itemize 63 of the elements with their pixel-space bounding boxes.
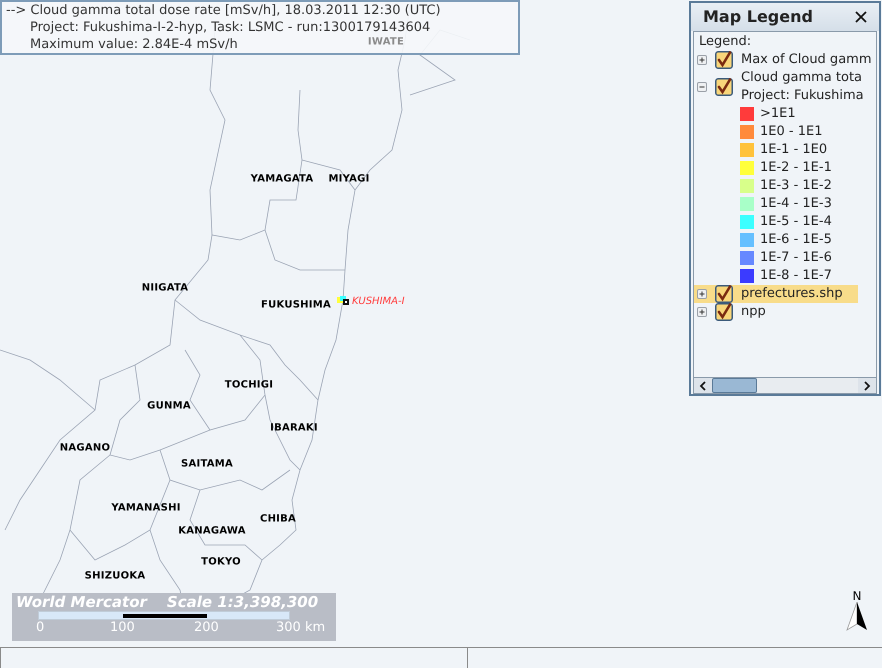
prefecture-label: MIYAGI — [328, 172, 370, 186]
layer-checkbox[interactable] — [715, 285, 733, 303]
plant-marker-icon — [337, 296, 351, 306]
scroll-left-button[interactable] — [694, 378, 712, 393]
layer-row[interactable]: Cloud gamma tota Project: Fukushima — [694, 69, 868, 105]
prefecture-label: TOKYO — [201, 556, 241, 570]
class-label: 1E-7 - 1E-6 — [760, 249, 832, 267]
layer-checkbox[interactable] — [715, 51, 733, 69]
prefecture-label: KANAGAWA — [178, 524, 246, 538]
layer-name: npp — [741, 303, 766, 321]
class-label: 1E-3 - 1E-2 — [760, 177, 832, 195]
scroll-thumb[interactable] — [712, 378, 757, 393]
expand-icon[interactable] — [697, 307, 707, 317]
class-label: 1E-8 - 1E-7 — [760, 267, 832, 285]
layer-name: Cloud gamma tota — [741, 69, 864, 87]
info-line: Project: Fukushima-I-2-hyp, Task: LSMC - run:1300179143604 — [30, 20, 430, 35]
prefecture-label: NAGANO — [60, 442, 110, 456]
close-icon[interactable] — [855, 11, 867, 23]
projection-label: World Mercator — [16, 593, 147, 611]
collapse-icon[interactable] — [697, 82, 707, 92]
layer-subtitle: Project: Fukushima — [741, 87, 864, 105]
class-label: 1E-5 - 1E-4 — [760, 213, 832, 231]
expand-icon[interactable] — [697, 55, 707, 65]
legend-title: Map Legend — [703, 6, 813, 28]
scale-tick-label: 0 — [36, 620, 44, 636]
map-canvas[interactable] — [0, 0, 882, 648]
prefecture-label: SHIZUOKA — [84, 570, 146, 584]
expand-icon[interactable] — [697, 289, 707, 299]
scale-tick-label: 300 km — [276, 620, 326, 636]
class-label: 1E-6 - 1E-5 — [760, 231, 832, 249]
north-arrow-icon — [846, 602, 868, 632]
class-label: 1E-1 - 1E0 — [760, 141, 828, 159]
north-label: N — [852, 590, 862, 602]
class-label: 1E-2 - 1E-1 — [760, 159, 832, 177]
class-label: 1E0 - 1E1 — [760, 123, 822, 141]
info-line: --> Cloud gamma total dose rate [mSv/h], 18.03.2011 12:30 (UTC) — [6, 3, 441, 18]
prefecture-label: NIIGATA — [142, 282, 188, 296]
prefecture-label: TOCHIGI — [224, 378, 274, 392]
scale-label: Scale 1:3,398,300 — [166, 593, 318, 611]
prefecture-label: FUKUSHIMA — [261, 298, 331, 312]
prefecture-label: SAITAMA — [181, 458, 233, 472]
class-label: 1E-4 - 1E-3 — [760, 195, 832, 213]
scale-tick-label: 200 — [194, 620, 219, 636]
layer-checkbox[interactable] — [715, 78, 733, 96]
layer-row[interactable]: npp — [694, 303, 858, 321]
plant-label: KUSHIMA-I — [352, 295, 405, 309]
layer-name: prefectures.shp — [741, 285, 843, 303]
scroll-right-button[interactable] — [858, 378, 876, 393]
layer-row[interactable]: prefectures.shp — [694, 285, 858, 303]
prefecture-label: GUNMA — [147, 400, 191, 414]
legend-heading: Legend: — [698, 33, 752, 51]
prefecture-label: IWATE — [368, 36, 404, 50]
prefecture-label: YAMANASHI — [111, 502, 181, 516]
scale-tick-label: 100 — [110, 620, 135, 636]
horizontal-scrollbar[interactable] — [694, 377, 876, 393]
layer-row[interactable]: Max of Cloud gamm — [694, 51, 876, 69]
layer-name: Max of Cloud gamm — [741, 51, 872, 69]
prefecture-label: IBARAKI — [270, 422, 318, 436]
class-label: >1E1 — [760, 105, 796, 123]
prefecture-label: CHIBA — [260, 512, 296, 526]
layer-checkbox[interactable] — [715, 303, 733, 321]
prefecture-label: YAMAGATA — [250, 172, 314, 186]
info-line: Maximum value: 2.84E-4 mSv/h — [30, 37, 238, 52]
